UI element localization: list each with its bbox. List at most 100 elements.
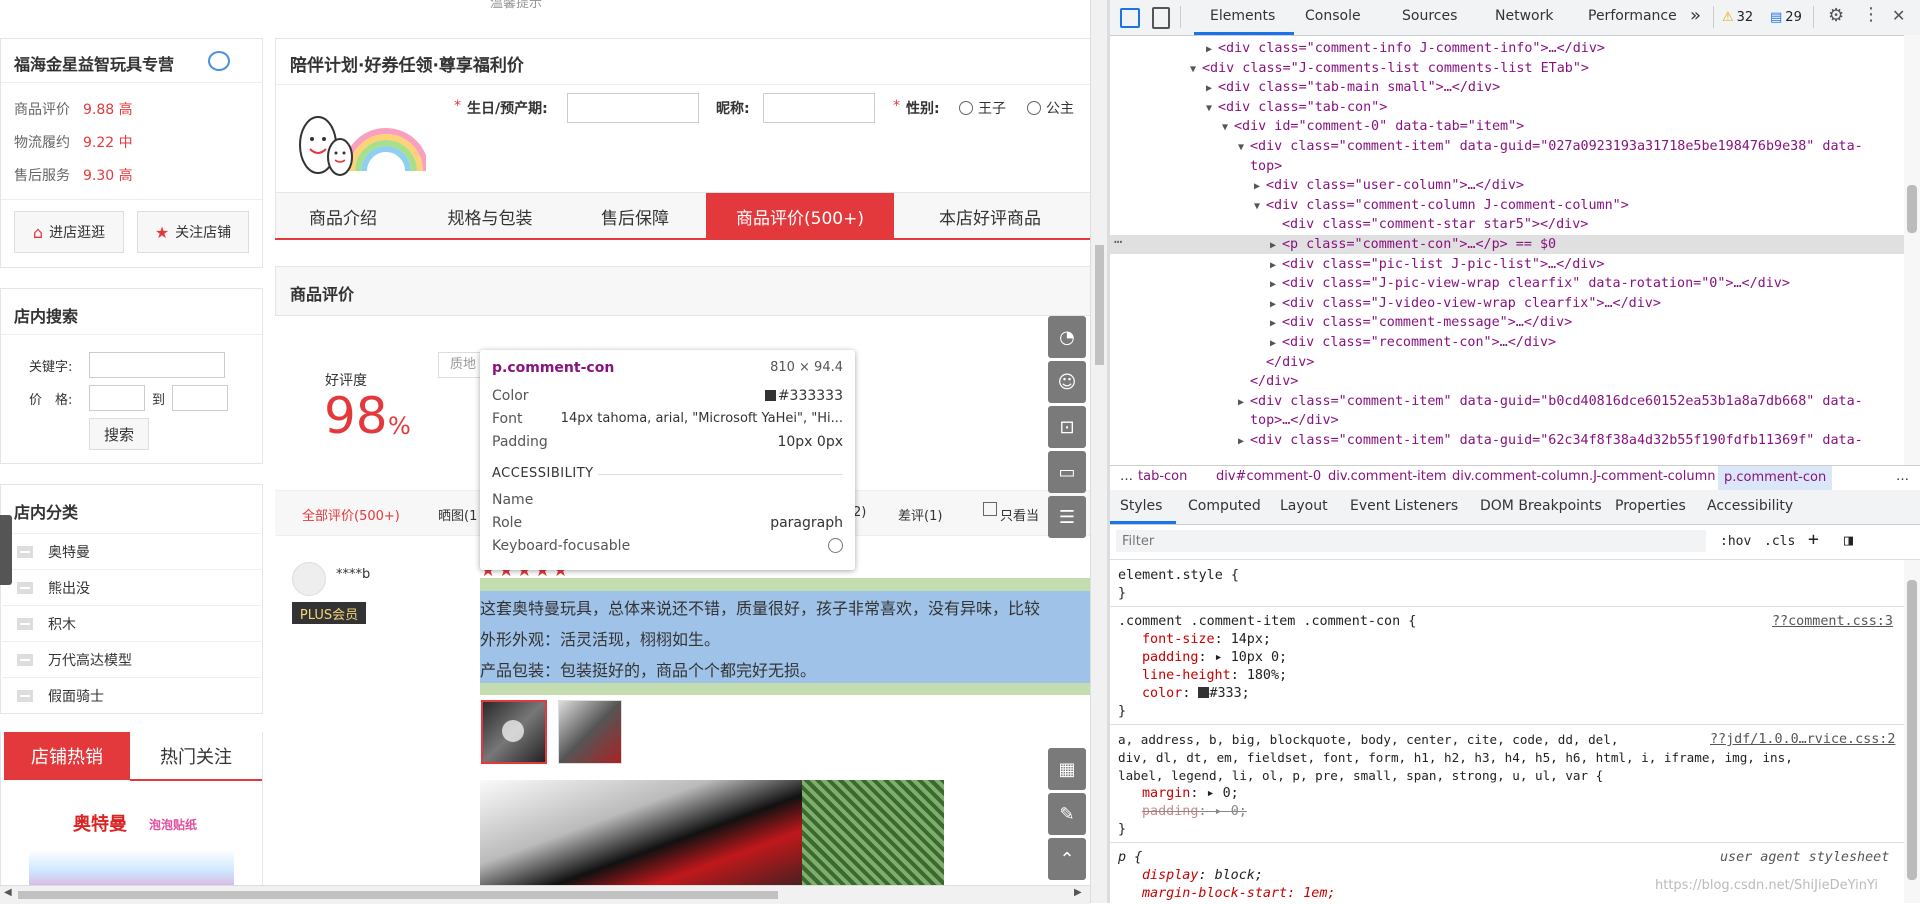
breadcrumb-item[interactable]: div.comment-column.J-comment-column xyxy=(1452,469,1716,484)
birthday-input[interactable] xyxy=(567,93,699,123)
hov-toggle[interactable]: :hov xyxy=(1720,534,1751,549)
dom-node-row[interactable]: ▶ <div class="tab-main small">…</div> xyxy=(1110,78,1904,97)
dom-node-row[interactable]: ▼ <div class="tab-con"> xyxy=(1110,98,1904,117)
breadcrumb-item[interactable]: tab-con xyxy=(1138,469,1187,484)
expand-toggle-icon[interactable]: ▼ xyxy=(1238,138,1250,157)
search-button[interactable]: 搜索 xyxy=(89,418,149,450)
scrollbar-thumb[interactable] xyxy=(1095,245,1104,365)
princess-radio[interactable] xyxy=(1027,101,1041,115)
filter-bad[interactable]: 差评(1) xyxy=(898,505,942,524)
breadcrumb-item-selected[interactable]: p.comment-con xyxy=(1718,466,1833,490)
expand-toggle-icon[interactable]: ▶ xyxy=(1270,275,1282,294)
rule-source-link[interactable]: ??comment.css:3 xyxy=(1772,614,1893,629)
add-rule-icon[interactable]: + xyxy=(1808,529,1819,550)
user-icon[interactable]: ☺ xyxy=(1048,361,1086,403)
category-item[interactable]: 熊出没 xyxy=(2,569,261,605)
dom-node-row[interactable]: </div> xyxy=(1110,372,1904,391)
kebab-menu-icon[interactable]: ⋮ xyxy=(1862,4,1880,25)
tab-properties[interactable]: Properties xyxy=(1615,498,1686,514)
expand-toggle-icon[interactable]: ▶ xyxy=(1238,393,1250,412)
category-item[interactable]: 奥特曼 xyxy=(2,533,261,569)
scrollbar-thumb[interactable] xyxy=(1907,185,1917,233)
dom-node-row[interactable]: top>…</div> xyxy=(1110,411,1904,430)
expand-toggle-icon[interactable]: ▶ xyxy=(1254,177,1266,196)
elements-scrollbar[interactable] xyxy=(1904,35,1920,465)
breadcrumb-item[interactable]: div.comment-item xyxy=(1328,469,1447,484)
tab-performance[interactable]: Performance xyxy=(1588,8,1677,24)
css-prop[interactable]: margin xyxy=(1142,786,1190,801)
warnings-badge[interactable]: ⚠ 32 xyxy=(1722,8,1753,26)
enter-shop-button[interactable]: ⌂ 进店逛逛 xyxy=(14,211,124,253)
tab-computed[interactable]: Computed xyxy=(1188,498,1261,514)
dom-node-row[interactable]: ▶ <p class="comment-con">…</p> == $0 xyxy=(1110,235,1904,254)
dom-node-row[interactable]: ▶ <div class="comment-item" data-guid="62… xyxy=(1110,431,1904,450)
ticket-icon[interactable]: ▭ xyxy=(1048,451,1086,493)
keyword-input[interactable] xyxy=(89,352,225,378)
tab-spec[interactable]: 规格与包装 xyxy=(420,193,560,239)
nickname-input[interactable] xyxy=(763,93,875,123)
expand-toggle-icon[interactable]: ▶ xyxy=(1270,236,1282,255)
css-prop[interactable]: color xyxy=(1142,686,1182,701)
dom-node-row[interactable]: ▶ <div class="comment-info J-comment-info… xyxy=(1110,39,1904,58)
scroll-right-icon[interactable]: ▶ xyxy=(1074,887,1082,898)
chat-bubble-icon[interactable]: ◔ xyxy=(1048,316,1086,358)
price-min-input[interactable] xyxy=(89,385,145,411)
page-horizontal-scrollbar[interactable]: ◀ ▶ xyxy=(0,885,1090,904)
tab-aftersale[interactable]: 售后保障 xyxy=(575,193,695,239)
close-icon[interactable]: ✕ xyxy=(1892,6,1905,25)
dom-node-row[interactable]: top> xyxy=(1110,157,1904,176)
toggle-sidebar-icon[interactable]: ◨ xyxy=(1844,531,1853,549)
qrcode-icon[interactable]: ▦ xyxy=(1048,748,1086,790)
expand-toggle-icon[interactable]: ▶ xyxy=(1206,40,1218,59)
gear-icon[interactable]: ⚙ xyxy=(1828,5,1844,26)
tab-intro[interactable]: 商品介绍 xyxy=(283,193,403,239)
tab-hot-follow[interactable]: 热门关注 xyxy=(130,732,262,781)
side-widget[interactable] xyxy=(0,515,12,585)
chat-icon[interactable] xyxy=(208,51,230,71)
dom-node-row[interactable]: ▼ <div id="comment-0" data-tab="item"> xyxy=(1110,117,1904,136)
dom-node-row[interactable]: ▶ <div class="J-pic-view-wrap clearfix" d… xyxy=(1110,274,1904,293)
messages-badge[interactable]: ▤ 29 xyxy=(1770,8,1802,26)
video-thumbnail[interactable] xyxy=(481,700,547,764)
tab-layout[interactable]: Layout xyxy=(1280,498,1328,514)
filter-middle[interactable]: 2) xyxy=(853,505,866,520)
devtools-resize-handle[interactable] xyxy=(1107,0,1110,903)
dom-node-row[interactable]: ▶ <div class="pic-list J-pic-list">…</div… xyxy=(1110,255,1904,274)
expand-toggle-icon[interactable]: ▶ xyxy=(1206,79,1218,98)
prince-radio[interactable] xyxy=(959,101,973,115)
tab-dom-breakpoints[interactable]: DOM Breakpoints xyxy=(1480,498,1602,514)
tab-recommended[interactable]: 本店好评商品 xyxy=(910,193,1070,239)
dom-node-row[interactable]: ▼ <div class="J-comments-list comments-li… xyxy=(1110,59,1904,78)
dom-node-row[interactable]: ▼ <div class="comment-column J-comment-co… xyxy=(1110,196,1904,215)
expand-toggle-icon[interactable]: ▶ xyxy=(1270,256,1282,275)
css-prop-overridden[interactable]: padding xyxy=(1142,804,1198,819)
tab-reviews[interactable]: 商品评价(500+) xyxy=(706,193,894,239)
expand-toggle-icon[interactable]: ▼ xyxy=(1222,118,1234,137)
tab-hot-sales[interactable]: 店铺热销 xyxy=(4,732,130,780)
tab-sources[interactable]: Sources xyxy=(1402,8,1457,24)
filter-all[interactable]: 全部评价(500+) xyxy=(302,505,400,524)
category-item[interactable]: 万代高达模型 xyxy=(2,641,261,677)
styles-filter-input[interactable] xyxy=(1116,530,1706,552)
scrollbar-thumb[interactable] xyxy=(1907,580,1917,880)
dom-node-row[interactable]: ▶ <div class="user-column">…</div> xyxy=(1110,176,1904,195)
category-item[interactable]: 积木 xyxy=(2,605,261,641)
dom-node-row[interactable]: </div> xyxy=(1110,353,1904,372)
css-prop[interactable]: padding xyxy=(1142,650,1198,665)
back-to-top-icon[interactable]: ⌃ xyxy=(1048,838,1086,880)
cls-toggle[interactable]: .cls xyxy=(1764,534,1795,549)
filter-photo[interactable]: 晒图(1 xyxy=(438,505,477,524)
message-icon[interactable]: ☰ xyxy=(1048,496,1086,538)
dom-node-row[interactable]: ▶ <div class="comment-message">…</div> xyxy=(1110,313,1904,332)
more-tabs-icon[interactable]: » xyxy=(1690,5,1701,26)
rule-source-link[interactable]: ??jdf/1.0.0…rvice.css:2 xyxy=(1710,732,1895,747)
breadcrumb-item[interactable]: … xyxy=(1120,469,1133,484)
expand-toggle-icon[interactable]: ▶ xyxy=(1238,432,1250,451)
color-swatch[interactable] xyxy=(1198,687,1210,698)
device-toolbar-icon[interactable] xyxy=(1152,7,1170,29)
tab-elements[interactable]: Elements xyxy=(1210,8,1275,24)
expand-toggle-icon[interactable]: ▶ xyxy=(1270,314,1282,333)
dom-node-row[interactable]: <div class="comment-star star5"></div> xyxy=(1110,215,1904,234)
only-current-checkbox[interactable] xyxy=(983,502,997,516)
tab-network[interactable]: Network xyxy=(1495,8,1553,24)
